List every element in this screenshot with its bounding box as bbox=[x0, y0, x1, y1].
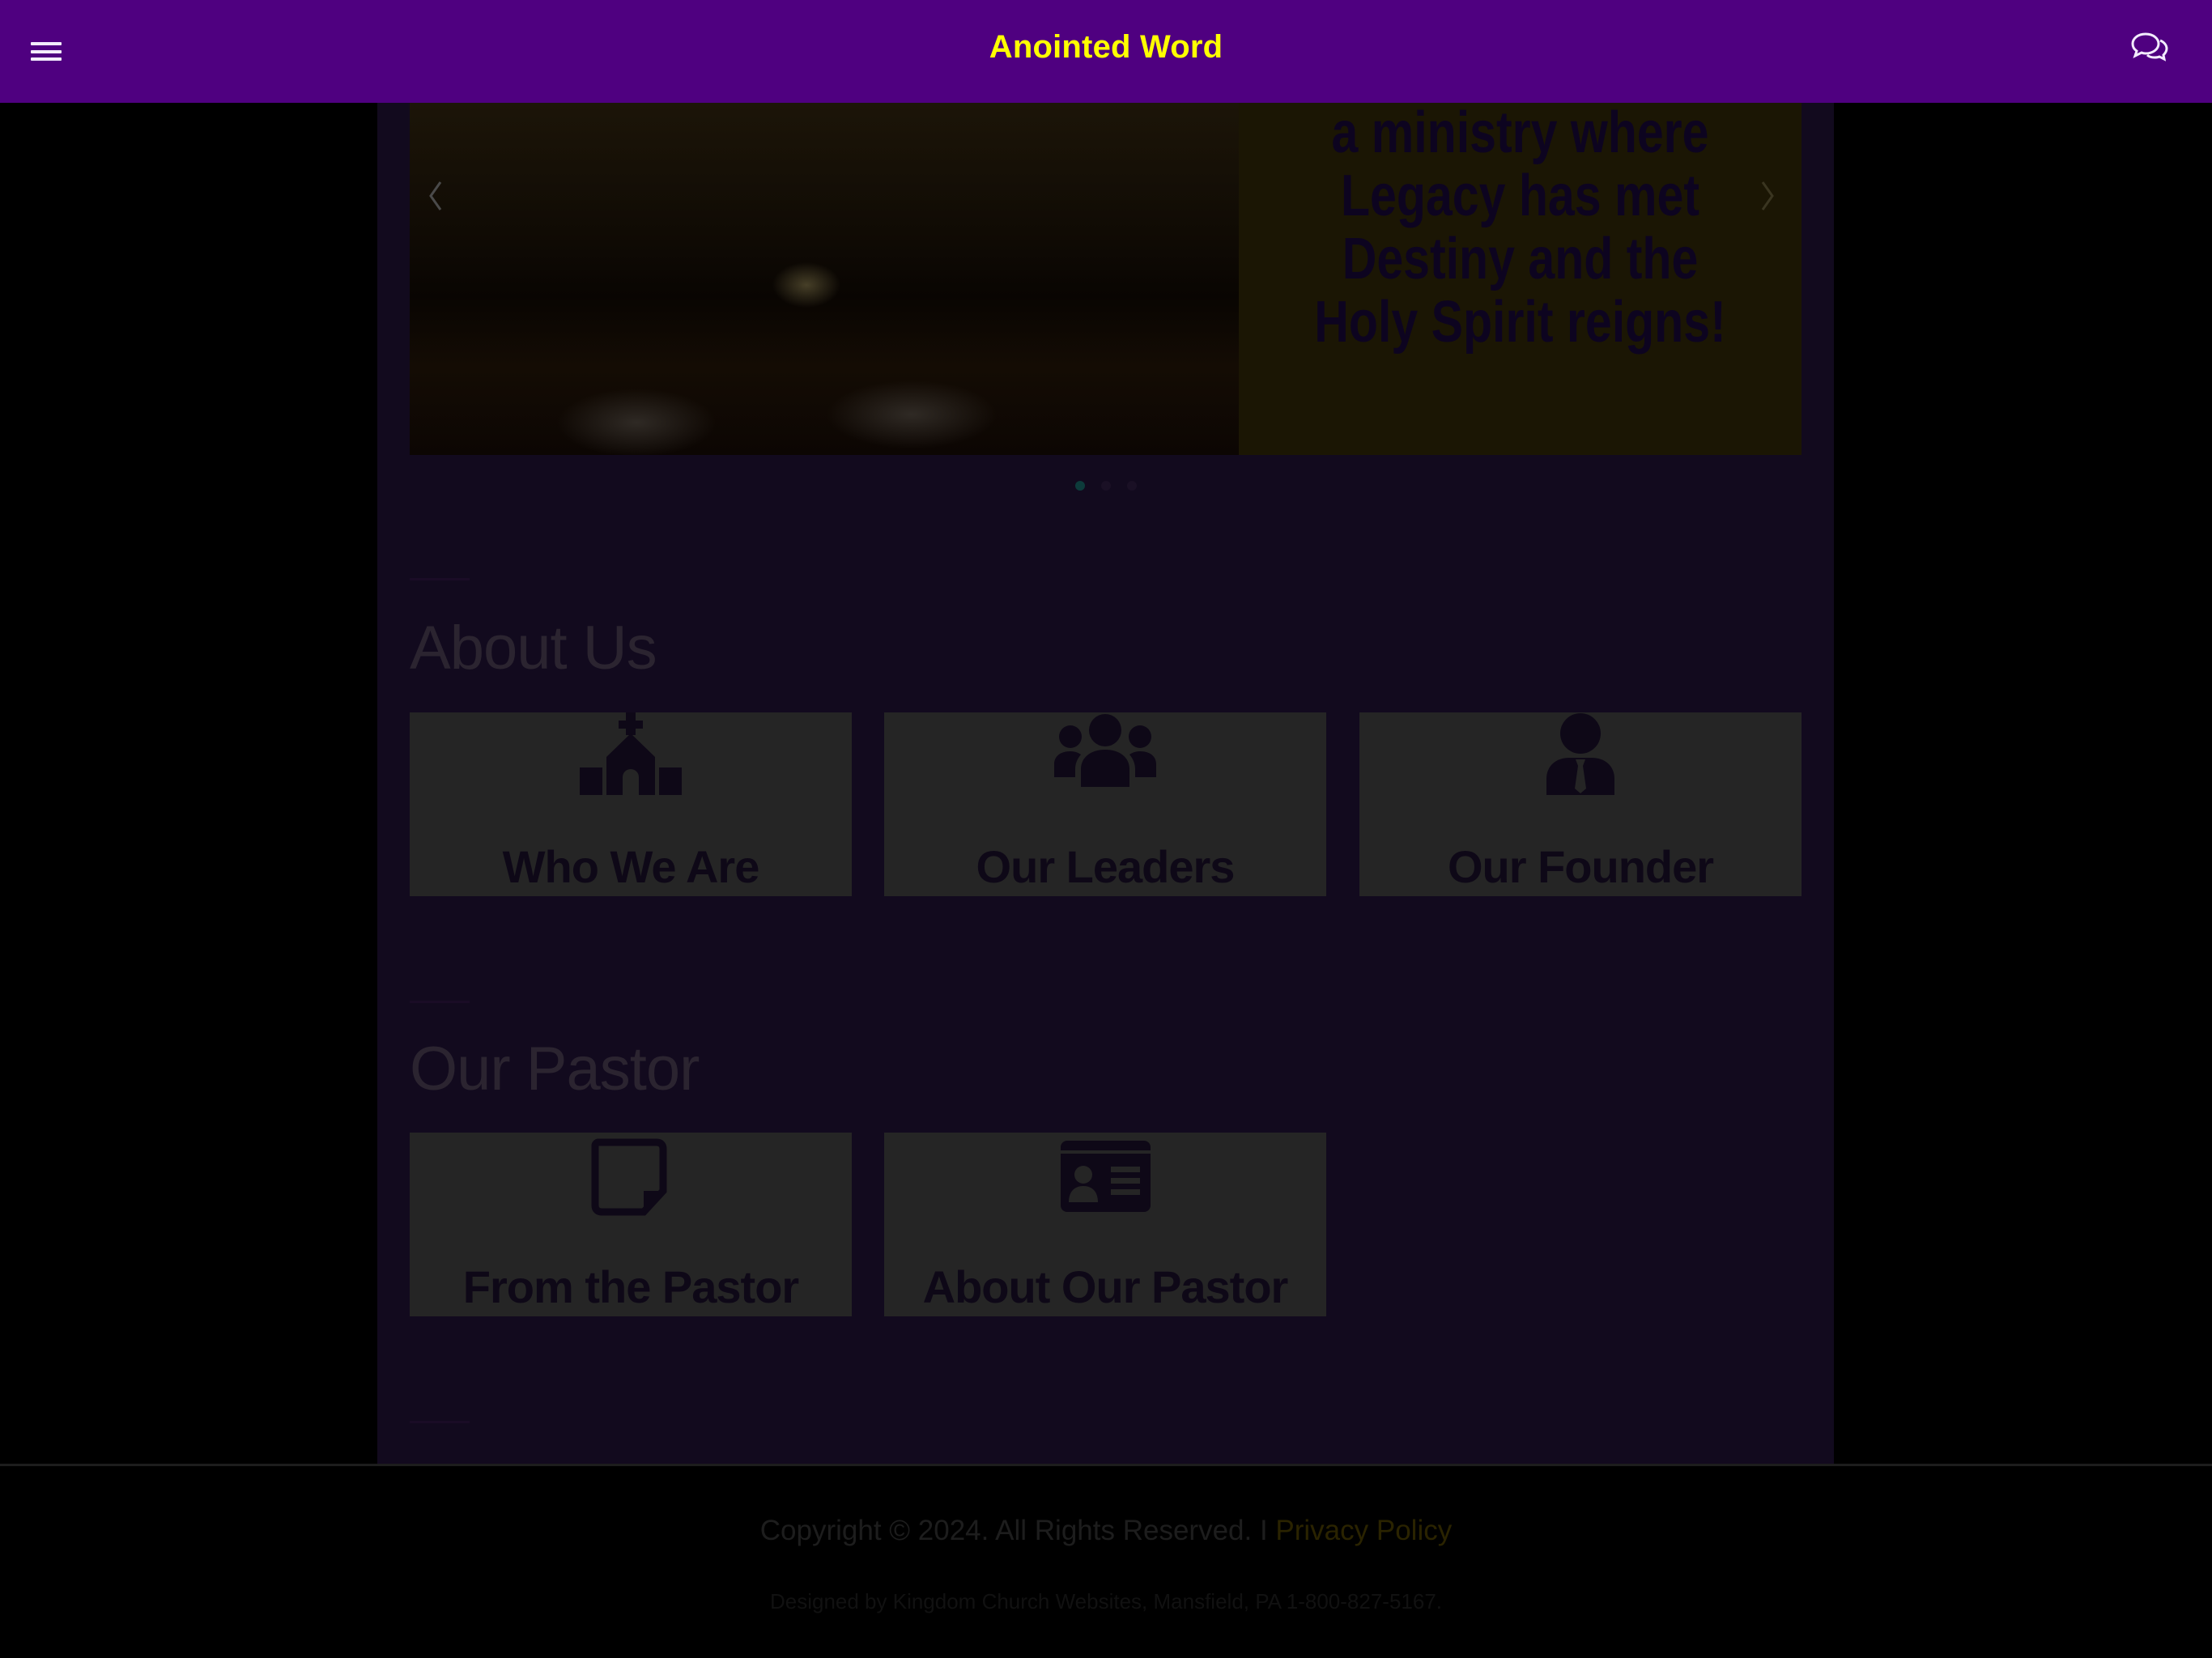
footer: Copyright © 2024. All Rights Reserved. I… bbox=[0, 1466, 2212, 1658]
section-divider bbox=[410, 578, 470, 580]
carousel-dots bbox=[377, 480, 1834, 495]
chevron-left-icon[interactable] bbox=[419, 168, 452, 224]
carousel-dot-1[interactable] bbox=[1074, 481, 1085, 491]
copyright-text: Copyright © 2024. All Rights Reserved. I bbox=[759, 1515, 1276, 1546]
card-label: Our Founder bbox=[1447, 841, 1714, 892]
card-label: From the Pastor bbox=[462, 1261, 799, 1312]
main-content: a ministry where Legacy has met Destiny … bbox=[377, 103, 1834, 1464]
church-icon bbox=[580, 712, 682, 795]
about-our-pastor-card[interactable]: About Our Pastor bbox=[884, 1133, 1326, 1316]
copyright-line: Copyright © 2024. All Rights Reserved. I… bbox=[0, 1515, 2212, 1547]
site-title[interactable]: Anointed Word bbox=[0, 29, 2212, 66]
our-pastor-heading: Our Pastor bbox=[410, 1035, 700, 1103]
carousel-dot-3[interactable] bbox=[1126, 481, 1137, 491]
id-card-icon bbox=[1060, 1141, 1151, 1212]
card-label: About Our Pastor bbox=[922, 1261, 1289, 1312]
bible-sunset-image bbox=[410, 103, 1239, 455]
chat-bubbles-icon[interactable] bbox=[2129, 31, 2170, 63]
card-label: Who We Are bbox=[502, 841, 760, 892]
privacy-policy-link[interactable]: Privacy Policy bbox=[1275, 1515, 1452, 1546]
designed-by-text: Designed by Kingdom Church Websites, Man… bbox=[769, 1589, 1443, 1613]
our-founder-card[interactable]: Our Founder bbox=[1359, 712, 1802, 896]
card-label: Our Leaders bbox=[976, 841, 1236, 892]
slide-text-panel: a ministry where Legacy has met Destiny … bbox=[1239, 103, 1802, 455]
about-us-heading: About Us bbox=[410, 614, 657, 682]
user-tie-icon bbox=[1546, 713, 1614, 795]
top-app-bar: Anointed Word bbox=[0, 0, 2212, 103]
section-divider bbox=[410, 1421, 470, 1423]
chevron-right-icon[interactable] bbox=[1751, 168, 1784, 224]
our-leaders-card[interactable]: Our Leaders bbox=[884, 712, 1326, 896]
sticky-note-icon bbox=[591, 1138, 667, 1216]
hero-carousel-slide[interactable]: a ministry where Legacy has met Destiny … bbox=[410, 103, 1802, 455]
from-the-pastor-card[interactable]: From the Pastor bbox=[410, 1133, 852, 1316]
who-we-are-card[interactable]: Who We Are bbox=[410, 712, 852, 896]
carousel-dot-2[interactable] bbox=[1100, 481, 1111, 491]
section-divider bbox=[410, 1001, 470, 1003]
slide-text: a ministry where Legacy has met Destiny … bbox=[1314, 103, 1726, 355]
users-icon bbox=[1054, 714, 1156, 787]
